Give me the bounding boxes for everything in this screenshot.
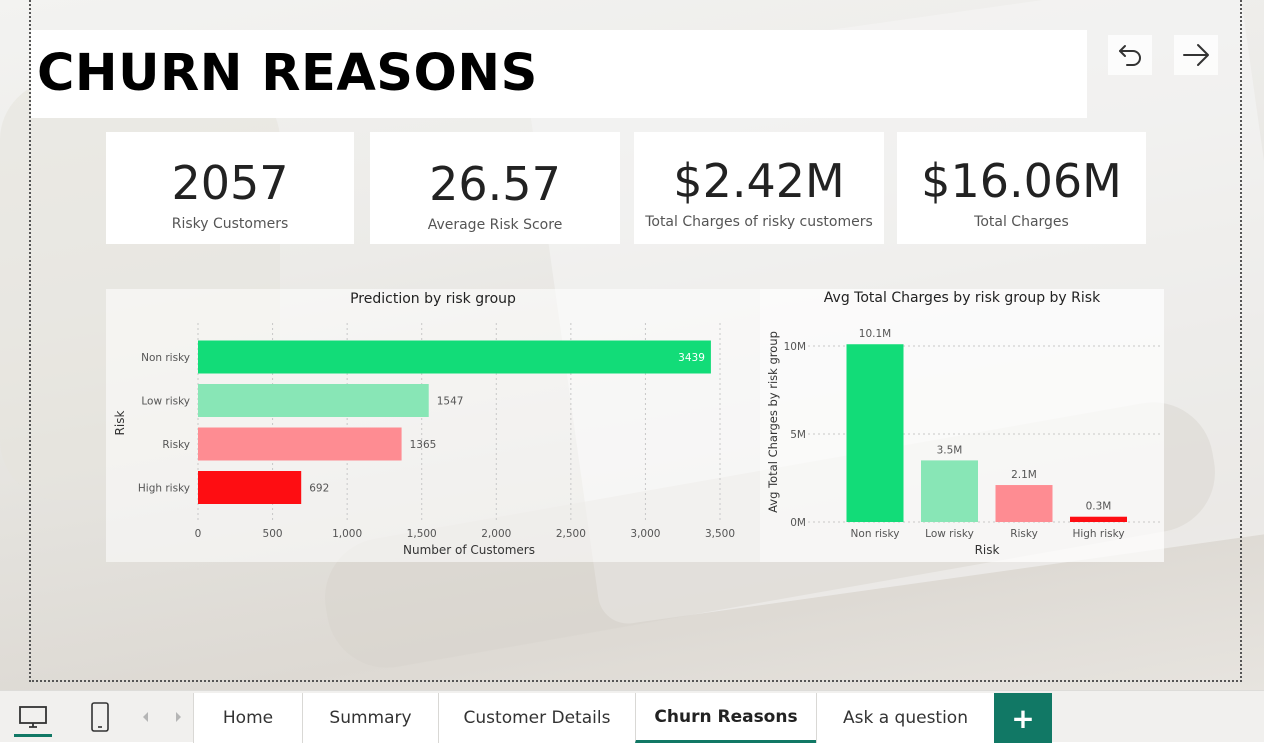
- bar-high-risky: [198, 471, 302, 504]
- undo-icon: [1119, 45, 1141, 66]
- y-tick-label: 0M: [790, 517, 806, 529]
- prev-page-button[interactable]: [138, 707, 154, 727]
- kpi-label: Total Charges of risky customers: [645, 214, 873, 230]
- data-label: 3.5M: [937, 444, 963, 456]
- y-axis-title: Avg Total Charges by risk group: [766, 331, 780, 513]
- report-canvas: CHURN REASONS 2057 Risky Customers 26.57…: [0, 0, 1264, 690]
- y-tick-label: Low risky: [141, 396, 190, 408]
- bar-high-risky: [1070, 516, 1127, 522]
- title-box: CHURN REASONS: [31, 30, 1087, 118]
- kpi-value: 26.57: [429, 157, 561, 211]
- kpi-card-total-charges[interactable]: $16.06M Total Charges: [897, 132, 1146, 244]
- x-tick-label: 3,000: [630, 528, 660, 540]
- x-tick-label: 3,500: [705, 528, 735, 540]
- kpi-value: 2057: [171, 156, 289, 210]
- kpi-value: $16.06M: [921, 154, 1122, 208]
- chevron-left-icon: [143, 712, 148, 722]
- tab-churn-reasons[interactable]: Churn Reasons: [635, 693, 816, 743]
- y-tick-label: High risky: [138, 483, 190, 495]
- data-label: 1365: [410, 439, 437, 451]
- tab-summary[interactable]: Summary: [302, 693, 438, 743]
- y-tick-label: 10M: [784, 341, 806, 353]
- mobile-view-button[interactable]: [88, 699, 112, 735]
- kpi-card-total-charges-risky[interactable]: $2.42M Total Charges of risky customers: [634, 132, 884, 244]
- mobile-icon: [91, 702, 109, 732]
- chevron-right-icon: [176, 712, 181, 722]
- y-tick-label: Non risky: [141, 352, 190, 364]
- desktop-view-button[interactable]: [14, 699, 52, 737]
- chart-avg-total-charges[interactable]: Avg Total Charges by risk group by Risk …: [760, 289, 1164, 562]
- data-label: 3439: [678, 352, 705, 364]
- bar-chart-vertical: 0M 5M 10M 10.1M Non risky 3.5M Low risky 2.1M Ri…: [766, 328, 1160, 557]
- x-axis-title: Risk: [975, 543, 1000, 557]
- page-tab-bar: Home Summary Customer Details Churn Reas…: [0, 690, 1264, 743]
- next-page-button[interactable]: [170, 707, 186, 727]
- page-title: CHURN REASONS: [37, 44, 538, 103]
- forward-button[interactable]: [1174, 35, 1218, 75]
- tab-home[interactable]: Home: [193, 693, 302, 743]
- tab-ask-a-question[interactable]: Ask a question: [816, 693, 994, 743]
- x-tick-label: 2,500: [556, 528, 586, 540]
- x-tick-label: 1,000: [332, 528, 362, 540]
- kpi-card-risky-customers[interactable]: 2057 Risky Customers: [106, 132, 354, 244]
- data-label: 0.3M: [1086, 501, 1112, 513]
- x-tick-label: 500: [263, 528, 283, 540]
- data-label: 692: [309, 483, 329, 495]
- add-page-button[interactable]: +: [994, 693, 1052, 743]
- x-tick-label: 2,000: [481, 528, 511, 540]
- kpi-label: Risky Customers: [171, 216, 289, 232]
- bar-low-risky: [198, 384, 429, 417]
- x-tick-label: Risky: [1010, 528, 1038, 540]
- bar-non-risky: [846, 344, 904, 522]
- x-axis-title: Number of Customers: [403, 543, 535, 557]
- x-tick-label: 0: [195, 528, 202, 540]
- arrow-right-icon: [1183, 44, 1209, 66]
- kpi-value: $2.42M: [673, 154, 845, 208]
- bar-low-risky: [921, 460, 978, 522]
- x-tick-label: High risky: [1072, 528, 1124, 540]
- data-label: 10.1M: [859, 328, 891, 340]
- data-label: 1547: [437, 396, 464, 408]
- desktop-icon: [19, 705, 47, 728]
- bar-non-risky: [198, 340, 711, 374]
- x-tick-label: 1,500: [407, 528, 437, 540]
- y-axis-title: Risk: [113, 411, 127, 436]
- data-label: 2.1M: [1011, 469, 1037, 481]
- y-tick-label: 5M: [790, 429, 806, 441]
- bar-risky: [198, 427, 402, 461]
- bar-chart-horizontal: 0 500 1,000 1,500 2,000 2,500 3,000 3,500 Non ri…: [113, 323, 735, 557]
- kpi-label: Average Risk Score: [427, 217, 563, 233]
- tab-customer-details[interactable]: Customer Details: [438, 693, 635, 743]
- kpi-label: Total Charges: [974, 214, 1069, 230]
- x-tick-label: Non risky: [851, 528, 900, 540]
- bar-risky: [995, 485, 1053, 522]
- chart-prediction-by-risk-group[interactable]: Prediction by risk group 0 500 1,000 1,500 2…: [106, 289, 760, 562]
- kpi-card-average-risk-score[interactable]: 26.57 Average Risk Score: [370, 132, 620, 244]
- x-tick-label: Low risky: [925, 528, 974, 540]
- back-button[interactable]: [1108, 35, 1152, 75]
- y-tick-label: Risky: [162, 439, 190, 451]
